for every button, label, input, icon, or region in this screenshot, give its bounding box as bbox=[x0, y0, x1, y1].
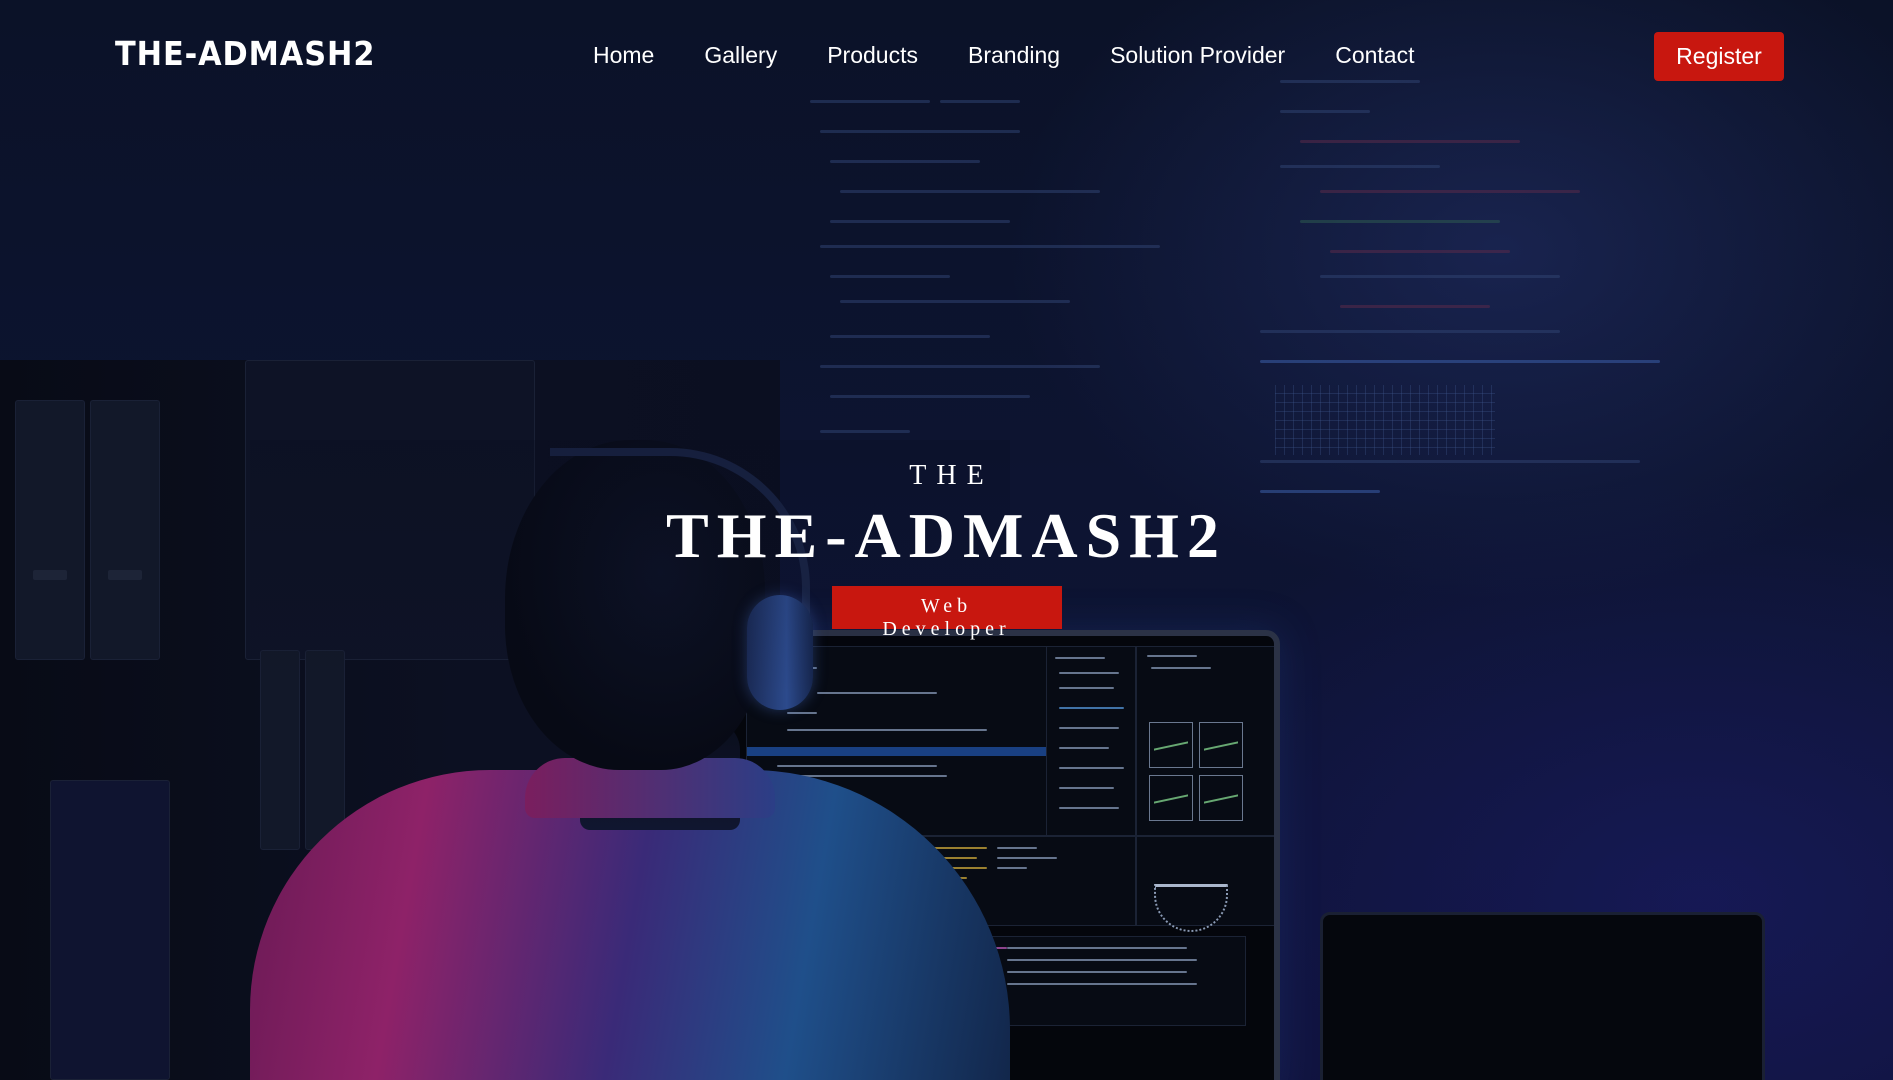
nav-link-gallery[interactable]: Gallery bbox=[704, 40, 777, 70]
register-button[interactable]: Register bbox=[1654, 32, 1784, 81]
nav-link-contact[interactable]: Contact bbox=[1335, 40, 1414, 70]
nav-link-solution-provider[interactable]: Solution Provider bbox=[1110, 40, 1285, 70]
top-navbar: THE-ADMASH2 Home Gallery Products Brandi… bbox=[0, 0, 1893, 112]
hero-section: THE THE-ADMASH2 Web Developer bbox=[0, 460, 1893, 640]
hero-pre-title: THE bbox=[909, 460, 994, 491]
background-data-grid bbox=[1275, 385, 1495, 455]
hero-tagline-badge: Web Developer bbox=[831, 586, 1062, 640]
site-logo[interactable]: THE-ADMASH2 bbox=[115, 34, 375, 73]
nav-link-home[interactable]: Home bbox=[593, 40, 654, 70]
nav-link-products[interactable]: Products bbox=[827, 40, 918, 70]
background-laptop bbox=[1320, 912, 1765, 1080]
nav-menu: Home Gallery Products Branding Solution … bbox=[593, 40, 1464, 70]
nav-link-branding[interactable]: Branding bbox=[968, 40, 1060, 70]
hero-title: THE-ADMASH2 bbox=[666, 500, 1227, 571]
